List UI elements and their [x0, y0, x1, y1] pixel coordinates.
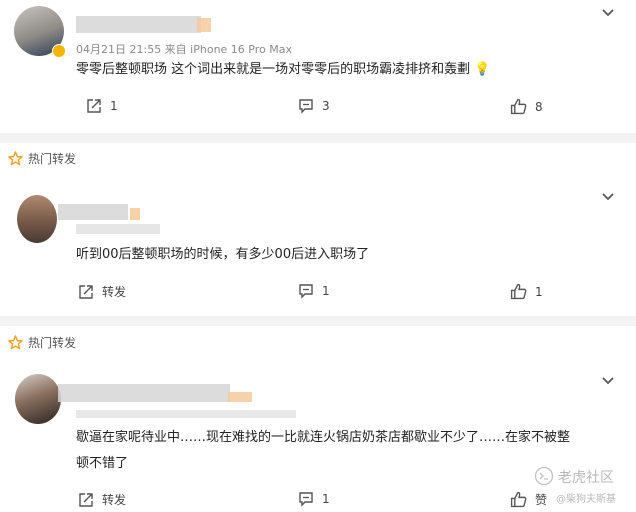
divider	[0, 316, 636, 326]
chevron-down-icon[interactable]	[600, 373, 616, 389]
avatar[interactable]	[17, 195, 57, 243]
post-text: 听到00后整顿职场的时候，有多少00后进入职场了	[76, 247, 370, 262]
like-button[interactable]: 赞	[510, 491, 547, 508]
avatar[interactable]	[15, 374, 61, 424]
repost-icon	[79, 284, 93, 299]
repost-label: 转发	[102, 493, 127, 507]
post-meta: 04月21日 21:55 来自 iPhone 16 Pro Max	[76, 43, 292, 56]
section-header-hot-reposts: 热门转发	[8, 334, 76, 351]
repost-button[interactable]: 转发	[78, 491, 126, 508]
verified-badge-icon	[52, 44, 66, 58]
watermark-author: @柴狗夫斯基	[556, 494, 616, 505]
repost-icon	[79, 492, 93, 507]
username-badge-blurred	[197, 18, 211, 32]
repost-icon	[87, 99, 101, 113]
star-icon	[8, 335, 23, 350]
post-meta-blurred	[76, 224, 160, 234]
username-blurred[interactable]	[58, 204, 128, 220]
comment-icon	[299, 492, 313, 507]
thumbs-up-icon	[510, 283, 527, 300]
repost-button[interactable]: 1	[86, 98, 118, 114]
comment-icon	[299, 99, 313, 114]
divider	[0, 133, 636, 143]
thumbs-up-icon	[510, 98, 527, 115]
username-blurred[interactable]	[76, 16, 201, 33]
repost-count: 1	[110, 99, 118, 113]
like-button[interactable]: 8	[510, 98, 543, 115]
tiger-logo-icon	[534, 466, 554, 486]
like-label: 赞	[535, 493, 548, 507]
repost-label: 转发	[102, 285, 127, 299]
username-badge-blurred	[228, 392, 252, 402]
star-icon	[8, 151, 23, 166]
comment-count: 1	[322, 492, 330, 506]
comment-count: 1	[322, 284, 330, 298]
username-badge-blurred	[130, 208, 140, 220]
like-button[interactable]: 1	[510, 283, 543, 300]
chevron-down-icon[interactable]	[600, 189, 616, 205]
post-text-line-2: 顿不错了	[76, 456, 129, 471]
post-text-line-1: 歇逼在家呢待业中……现在难找的一比就连火锅店奶茶店都歇业不少了……在家不被整	[76, 430, 571, 445]
like-count: 8	[535, 99, 543, 114]
comment-button[interactable]: 1	[298, 283, 330, 299]
repost-button[interactable]: 转发	[78, 283, 126, 300]
username-blurred[interactable]	[58, 384, 230, 402]
comment-icon	[299, 284, 313, 299]
comment-button[interactable]: 3	[298, 98, 330, 114]
post-text: 零零后整顿职场 这个词出来就是一场对零零后的职场霸凌排挤和轰劃 💡	[76, 62, 491, 77]
section-label: 热门转发	[28, 152, 77, 166]
section-header-hot-reposts: 热门转发	[8, 150, 76, 167]
like-count: 1	[535, 284, 543, 299]
comment-button[interactable]: 1	[298, 491, 330, 507]
section-label: 热门转发	[28, 336, 77, 350]
post-meta-blurred	[76, 410, 296, 418]
chevron-down-icon[interactable]	[600, 5, 616, 21]
watermark-logo-text: 老虎社区	[558, 470, 614, 486]
thumbs-up-icon	[510, 491, 527, 508]
comment-count: 3	[322, 99, 330, 113]
